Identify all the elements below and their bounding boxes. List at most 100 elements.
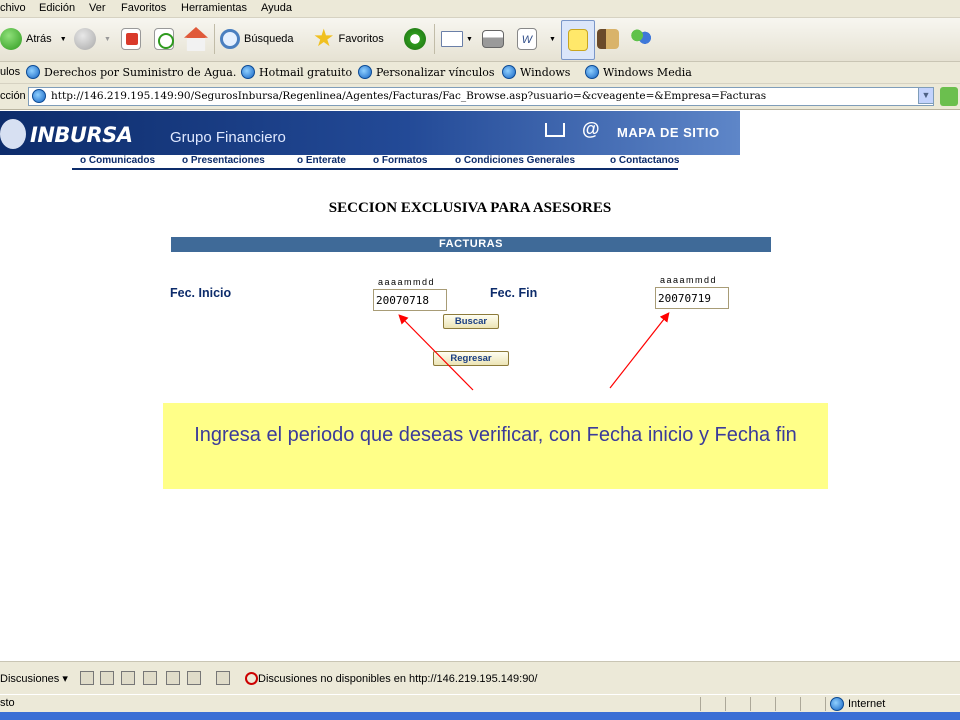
messenger-icon xyxy=(628,27,654,51)
start-date-label: Fec. Inicio xyxy=(170,286,232,300)
back-label: Atrás xyxy=(26,33,52,45)
ie-page-icon xyxy=(502,65,516,79)
back-button[interactable]: Atrás ▼ xyxy=(0,22,67,56)
page-content: INBURSA Grupo Financiero @ MAPA DE SITIO… xyxy=(0,111,960,661)
inbursa-logo-icon xyxy=(0,119,26,149)
menu-file[interactable]: chivo xyxy=(0,2,26,14)
sticky-note-icon xyxy=(568,29,588,51)
home-icon xyxy=(184,27,208,51)
discussions-label: Discusiones xyxy=(0,673,60,685)
menu-bar: chivo Edición Ver Favoritos Herramientas… xyxy=(0,0,960,18)
end-date-input[interactable] xyxy=(655,287,729,309)
back-dropdown-icon[interactable]: ▼ xyxy=(60,36,67,43)
browser-toolbar: Atrás ▼ ▼ Búsqueda ★ Favoritos ▼ W ▼ xyxy=(0,18,960,62)
home-icon[interactable] xyxy=(545,123,565,137)
discussion-subscribe-icon[interactable] xyxy=(216,671,230,685)
start-date-input[interactable] xyxy=(373,289,447,311)
link-text: Windows xyxy=(520,65,571,79)
site-nav: Comunicados Presentaciones Enterate Form… xyxy=(72,155,680,170)
link-windows[interactable]: Windows xyxy=(502,65,570,79)
discussions-status: Discusiones no disponibles en http://146… xyxy=(258,673,538,685)
home-button[interactable] xyxy=(184,22,208,56)
security-zone[interactable]: Internet xyxy=(830,697,885,711)
forward-button[interactable]: ▼ xyxy=(74,22,111,56)
back-button[interactable]: Regresar xyxy=(433,351,509,366)
history-button[interactable] xyxy=(404,22,426,56)
menu-view[interactable]: Ver xyxy=(89,2,106,14)
discussion-edit-icon[interactable] xyxy=(100,671,114,685)
nav-enterate[interactable]: Enterate xyxy=(297,155,346,166)
site-banner: INBURSA Grupo Financiero @ MAPA DE SITIO xyxy=(0,111,740,155)
nav-formatos[interactable]: Formatos xyxy=(373,155,428,166)
printer-icon xyxy=(482,30,504,48)
mail-button[interactable]: ▼ xyxy=(441,22,473,56)
back-arrow-icon xyxy=(0,28,22,50)
email-at-icon[interactable]: @ xyxy=(582,119,600,140)
stop-icon xyxy=(121,28,141,50)
status-bar: sto Internet xyxy=(0,694,960,712)
link-text: Derechos por Suministro de Agua. xyxy=(44,65,237,79)
print-button[interactable] xyxy=(482,22,504,56)
edit-dropdown-icon[interactable]: ▼ xyxy=(549,36,556,43)
refresh-button[interactable] xyxy=(154,22,174,56)
site-map-link[interactable]: MAPA DE SITIO xyxy=(617,125,720,140)
menu-help[interactable]: Ayuda xyxy=(261,2,292,14)
favorites-label: Favoritos xyxy=(338,33,384,45)
mail-dropdown-icon[interactable]: ▼ xyxy=(466,36,473,43)
ie-page-icon xyxy=(241,65,255,79)
link-windows-media[interactable]: Windows Media xyxy=(585,65,692,79)
edit-button[interactable]: W ▼ xyxy=(517,22,556,56)
zone-label: Internet xyxy=(848,698,886,710)
forward-dropdown-icon: ▼ xyxy=(104,35,111,43)
panel-title: FACTURAS xyxy=(171,237,771,252)
ie-page-icon xyxy=(585,65,599,79)
address-label: cción xyxy=(0,90,26,102)
address-url: http://146.219.195.149:90/SegurosInbursa… xyxy=(51,90,767,102)
end-date-format-hint: aaaammdd xyxy=(660,275,718,285)
brand-subtitle: Grupo Financiero xyxy=(170,129,286,146)
link-derechos[interactable]: Derechos por Suministro de Agua. xyxy=(26,65,236,79)
end-date-label: Fec. Fin xyxy=(490,286,538,300)
forward-arrow-icon xyxy=(74,28,96,50)
discussions-menu[interactable]: Discusiones ▾ xyxy=(0,672,68,685)
nav-comunicados[interactable]: Comunicados xyxy=(80,155,155,166)
link-text: Hotmail gratuito xyxy=(259,65,353,79)
discussion-next-icon[interactable] xyxy=(187,671,201,685)
taskbar xyxy=(0,712,960,720)
link-personalizar[interactable]: Personalizar vínculos xyxy=(358,65,495,79)
address-input[interactable]: http://146.219.195.149:90/SegurosInbursa… xyxy=(28,87,934,106)
link-hotmail[interactable]: Hotmail gratuito xyxy=(241,65,352,79)
menu-favorites[interactable]: Favoritos xyxy=(121,2,166,14)
instruction-note: Ingresa el periodo que deseas verificar,… xyxy=(163,403,828,489)
history-icon xyxy=(404,28,426,50)
research-button[interactable] xyxy=(597,22,619,56)
nav-contactanos[interactable]: Contactanos xyxy=(610,155,680,166)
discussion-expand-icon[interactable] xyxy=(121,671,135,685)
favorites-button[interactable]: ★ Favoritos xyxy=(313,22,384,56)
menu-tools[interactable]: Herramientas xyxy=(181,2,247,14)
ie-page-icon xyxy=(358,65,372,79)
search-button[interactable]: Buscar xyxy=(443,314,499,329)
discussion-collapse-icon[interactable] xyxy=(143,671,157,685)
word-icon: W xyxy=(517,28,537,50)
search-button[interactable]: Búsqueda xyxy=(220,22,294,56)
stop-button[interactable] xyxy=(121,22,141,56)
instruction-text: Ingresa el periodo que deseas verificar,… xyxy=(194,424,797,446)
nav-condiciones-generales[interactable]: Condiciones Generales xyxy=(455,155,575,166)
discussion-new-icon[interactable] xyxy=(80,671,94,685)
address-dropdown-icon[interactable]: ▼ xyxy=(918,87,934,104)
star-icon: ★ xyxy=(313,25,335,52)
notes-button[interactable] xyxy=(561,20,595,60)
ie-page-icon xyxy=(32,89,46,103)
mail-icon xyxy=(441,31,463,47)
refresh-icon xyxy=(154,28,174,50)
link-text: Personalizar vínculos xyxy=(376,65,495,79)
go-icon[interactable] xyxy=(940,87,958,106)
discussion-previous-icon[interactable] xyxy=(166,671,180,685)
internet-zone-icon xyxy=(830,697,844,711)
menu-edit[interactable]: Edición xyxy=(39,2,75,14)
link-text: Windows Media xyxy=(603,65,692,79)
section-title: SECCION EXCLUSIVA PARA ASESORES xyxy=(328,200,612,216)
nav-presentaciones[interactable]: Presentaciones xyxy=(182,155,265,166)
messenger-button[interactable] xyxy=(628,22,654,56)
